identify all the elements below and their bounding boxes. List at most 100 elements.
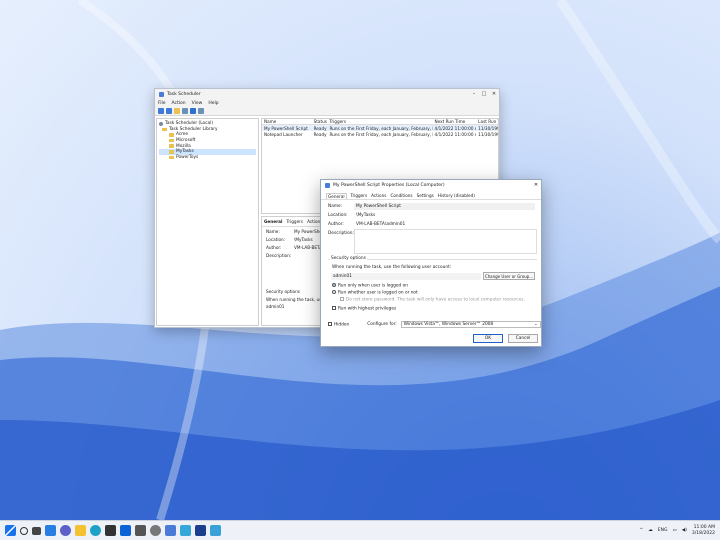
author-label: Author: xyxy=(266,244,282,250)
store-icon[interactable] xyxy=(105,525,116,536)
change-user-button[interactable]: Change User or Group... xyxy=(483,272,535,280)
checkbox-icon xyxy=(340,297,344,301)
security-options: Security options When running the task, … xyxy=(328,256,537,313)
description-field[interactable] xyxy=(354,229,537,254)
title-bar[interactable]: Task Scheduler – □ ✕ xyxy=(155,89,499,99)
folder-up-icon[interactable] xyxy=(174,108,180,114)
clock[interactable]: 11:00 AM 3/18/2022 xyxy=(692,525,715,536)
task-properties-dialog: My PowerShell Script Properties (Local C… xyxy=(320,179,542,347)
column-next-run[interactable]: Next Run Time xyxy=(433,119,477,124)
powershell-icon[interactable] xyxy=(195,525,206,536)
tab-settings[interactable]: Settings xyxy=(417,193,434,198)
menu-bar: File Action View Help xyxy=(155,99,499,107)
close-button[interactable]: ✕ xyxy=(489,91,499,97)
menu-action[interactable]: Action xyxy=(172,101,186,106)
properties-icon[interactable] xyxy=(198,108,204,114)
highest-privileges-checkbox[interactable]: Run with highest privileges xyxy=(332,306,396,312)
task-scheduler-icon xyxy=(325,182,330,188)
checkbox-icon xyxy=(332,306,336,310)
tab-general[interactable]: General xyxy=(264,219,282,224)
folder-icon xyxy=(169,144,174,148)
folder-icon xyxy=(169,138,174,143)
account-line: When running the task, use the following… xyxy=(332,265,452,270)
chat-icon[interactable] xyxy=(60,525,71,536)
notepad-icon[interactable] xyxy=(180,525,191,536)
column-name[interactable]: Name xyxy=(262,119,312,124)
system-tray: ^ ☁ ENG ▭ ◀) 11:00 AM 3/18/2022 xyxy=(639,521,715,540)
clock-icon xyxy=(159,121,163,126)
window-title: Task Scheduler xyxy=(167,91,201,97)
windows-start-icon[interactable] xyxy=(5,525,16,536)
edge-icon[interactable] xyxy=(90,525,101,536)
chevron-up-icon[interactable]: ^ xyxy=(639,528,643,533)
file-explorer-icon[interactable] xyxy=(75,525,86,536)
description-label: Description: xyxy=(328,231,354,236)
back-icon[interactable] xyxy=(158,108,164,114)
task-scheduler-icon xyxy=(159,91,164,97)
security-title: Security options xyxy=(330,256,367,261)
radio-icon xyxy=(332,290,336,294)
tree-item-powertoys[interactable]: PowerToys xyxy=(159,155,256,161)
configure-select[interactable]: Windows Vista™, Windows Server™ 2008 ⌄ xyxy=(400,321,541,328)
dialog-title: My PowerShell Script Properties (Local C… xyxy=(333,182,445,188)
task-scheduler-icon[interactable] xyxy=(165,525,176,536)
network-icon[interactable]: ▭ xyxy=(672,528,676,533)
radio-logged-on[interactable]: Run only when user is logged on xyxy=(332,283,408,289)
maximize-button[interactable]: □ xyxy=(479,91,489,97)
task-view-icon[interactable] xyxy=(32,526,41,535)
minimize-button[interactable]: – xyxy=(469,91,479,97)
taskbar: ^ ☁ ENG ▭ ◀) 11:00 AM 3/18/2022 xyxy=(0,520,720,540)
toolbar xyxy=(155,107,499,116)
tab-history[interactable]: History (disabled) xyxy=(438,193,475,198)
language-indicator[interactable]: ENG xyxy=(658,528,668,533)
cancel-button[interactable]: Cancel xyxy=(508,334,538,343)
dialog-tabs: General Triggers Actions Conditions Sett… xyxy=(321,190,541,200)
table-row[interactable]: My PowerShell Script Ready Runs on the F… xyxy=(262,125,498,131)
tab-actions[interactable]: Actions xyxy=(371,193,386,198)
no-password-checkbox[interactable]: Do not store password. The task will onl… xyxy=(340,297,525,303)
location-label: Location: xyxy=(266,236,286,242)
column-status[interactable]: Status xyxy=(312,119,328,124)
library-tree: Task Scheduler (Local) Task Scheduler Li… xyxy=(156,118,259,326)
help-icon[interactable] xyxy=(190,108,196,114)
name-field[interactable]: My PowerShell Script xyxy=(354,203,535,210)
cloud-icon[interactable]: ☁ xyxy=(648,528,653,533)
chevron-down-icon: ⌄ xyxy=(534,322,538,327)
folder-icon xyxy=(169,149,174,154)
menu-help[interactable]: Help xyxy=(208,101,218,106)
volume-icon[interactable]: ◀) xyxy=(682,528,687,533)
widgets-icon[interactable] xyxy=(45,525,56,536)
tab-general[interactable]: General xyxy=(326,192,347,199)
table-row[interactable]: Notepad Launcher Ready Runs on the First… xyxy=(262,131,498,137)
app-icon[interactable] xyxy=(210,525,221,536)
menu-view[interactable]: View xyxy=(192,101,203,106)
location-value: \MyTasks xyxy=(354,212,535,219)
tab-triggers[interactable]: Triggers xyxy=(351,193,368,198)
name-label: Name: xyxy=(328,204,343,209)
hidden-checkbox[interactable]: Hidden xyxy=(328,321,349,327)
location-label: Location: xyxy=(328,213,348,218)
radio-whether-logged-on[interactable]: Run whether user is logged on or not xyxy=(332,290,418,296)
search-icon[interactable] xyxy=(20,526,28,535)
forward-icon[interactable] xyxy=(166,108,172,114)
show-hide-icon[interactable] xyxy=(182,108,188,114)
folder-icon xyxy=(169,155,174,160)
dialog-title-bar[interactable]: My PowerShell Script Properties (Local C… xyxy=(321,180,541,190)
radio-selected-icon xyxy=(332,283,336,287)
ok-button[interactable]: OK xyxy=(473,334,503,343)
user-account-field: admin01 xyxy=(331,273,481,280)
folder-icon xyxy=(169,133,174,137)
tab-conditions[interactable]: Conditions xyxy=(390,193,412,198)
column-last-run[interactable]: Last Run T xyxy=(476,119,498,124)
folder-icon xyxy=(162,127,167,132)
menu-file[interactable]: File xyxy=(158,101,166,106)
checkbox-icon xyxy=(328,321,332,326)
author-label: Author: xyxy=(328,222,344,227)
column-triggers[interactable]: Triggers xyxy=(327,119,432,124)
close-icon[interactable]: ✕ xyxy=(531,182,541,188)
author-value: VM-LAB-BETA\admin01 xyxy=(354,221,535,228)
mail-icon[interactable] xyxy=(120,525,131,536)
terminal-icon[interactable] xyxy=(135,525,146,536)
tab-triggers[interactable]: Triggers xyxy=(286,219,303,224)
settings-icon[interactable] xyxy=(150,525,161,536)
